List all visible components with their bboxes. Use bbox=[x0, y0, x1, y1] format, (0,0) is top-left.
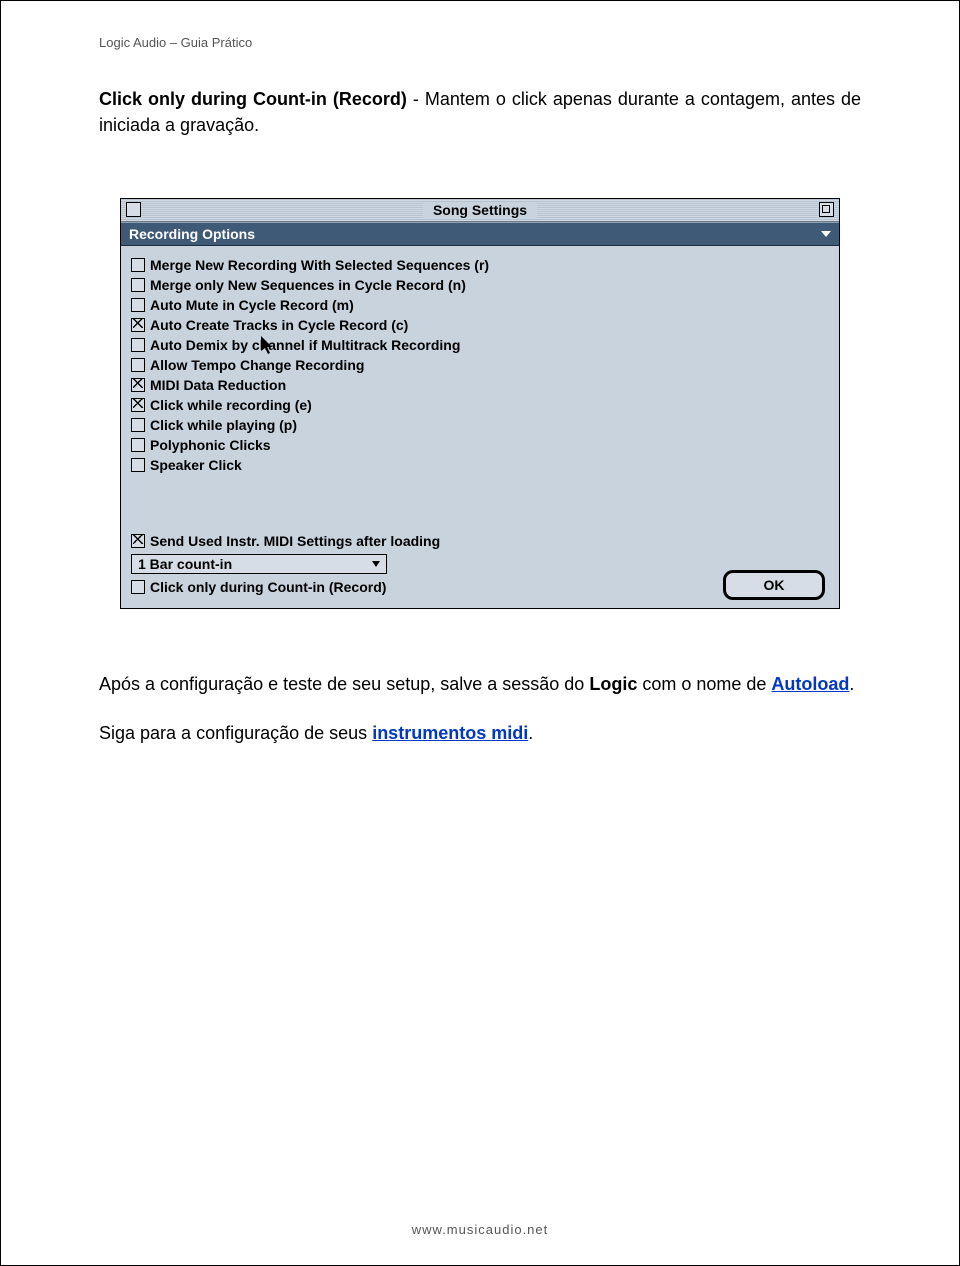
option-row[interactable]: MIDI Data Reduction bbox=[131, 376, 829, 394]
option-label: MIDI Data Reduction bbox=[150, 376, 286, 394]
bottom-block: Send Used Instr. MIDI Settings after loa… bbox=[121, 532, 839, 608]
checkbox-icon[interactable] bbox=[131, 418, 145, 432]
recording-options-header[interactable]: Recording Options bbox=[121, 222, 839, 246]
option-label: Polyphonic Clicks bbox=[150, 436, 271, 454]
after-p2: Siga para a configuração de seus instrum… bbox=[99, 720, 861, 747]
ok-button[interactable]: OK bbox=[723, 570, 825, 600]
option-row[interactable]: Click while recording (e) bbox=[131, 396, 829, 414]
option-row[interactable]: Speaker Click bbox=[131, 456, 829, 474]
option-row[interactable]: Merge only New Sequences in Cycle Record… bbox=[131, 276, 829, 294]
option-label: Auto Create Tracks in Cycle Record (c) bbox=[150, 316, 408, 334]
option-row[interactable]: Allow Tempo Change Recording bbox=[131, 356, 829, 374]
click-countin-label: Click only during Count-in (Record) bbox=[150, 578, 386, 596]
autoload-link[interactable]: Autoload bbox=[771, 674, 849, 694]
option-row[interactable]: Polyphonic Clicks bbox=[131, 436, 829, 454]
option-row[interactable]: Click while playing (p) bbox=[131, 416, 829, 434]
after-p1-c: . bbox=[849, 674, 854, 694]
instrumentos-midi-link[interactable]: instrumentos midi bbox=[372, 723, 528, 743]
after-text: Após a configuração e teste de seu setup… bbox=[99, 671, 861, 747]
option-row[interactable]: Auto Create Tracks in Cycle Record (c) bbox=[131, 316, 829, 334]
zoom-icon[interactable] bbox=[819, 202, 834, 217]
page-footer: www.musicaudio.net bbox=[1, 1222, 959, 1237]
checkbox-icon[interactable] bbox=[131, 338, 145, 352]
song-settings-window: Song Settings Recording Options Merge Ne… bbox=[120, 198, 840, 609]
checkbox-icon[interactable] bbox=[131, 318, 145, 332]
after-p1-a: Após a configuração e teste de seu setup… bbox=[99, 674, 589, 694]
checkbox-icon[interactable] bbox=[131, 358, 145, 372]
countin-dropdown[interactable]: 1 Bar count-in bbox=[131, 554, 387, 574]
option-row[interactable]: Auto Mute in Cycle Record (m) bbox=[131, 296, 829, 314]
intro-bold: Click only during Count-in (Record) bbox=[99, 89, 407, 109]
send-midi-row[interactable]: Send Used Instr. MIDI Settings after loa… bbox=[131, 532, 829, 550]
checkbox-icon[interactable] bbox=[131, 378, 145, 392]
chevron-down-icon bbox=[372, 561, 380, 567]
checkbox-icon[interactable] bbox=[131, 534, 145, 548]
window-title: Song Settings bbox=[423, 202, 537, 218]
after-p2-b: . bbox=[528, 723, 533, 743]
checkbox-icon[interactable] bbox=[131, 258, 145, 272]
option-label: Merge New Recording With Selected Sequen… bbox=[150, 256, 489, 274]
screenshot-wrapper: Song Settings Recording Options Merge Ne… bbox=[99, 198, 861, 609]
option-label: Speaker Click bbox=[150, 456, 242, 474]
section-title: Recording Options bbox=[129, 226, 255, 242]
checkbox-icon[interactable] bbox=[131, 298, 145, 312]
checkbox-icon[interactable] bbox=[131, 438, 145, 452]
option-label: Click while playing (p) bbox=[150, 416, 297, 434]
after-p2-a: Siga para a configuração de seus bbox=[99, 723, 372, 743]
option-row[interactable]: Merge New Recording With Selected Sequen… bbox=[131, 256, 829, 274]
checkbox-icon[interactable] bbox=[131, 398, 145, 412]
option-label: Allow Tempo Change Recording bbox=[150, 356, 364, 374]
after-p1: Após a configuração e teste de seu setup… bbox=[99, 671, 861, 698]
close-icon[interactable] bbox=[126, 202, 141, 217]
dropdown-value: 1 Bar count-in bbox=[138, 556, 232, 572]
after-p1-bold: Logic bbox=[589, 674, 637, 694]
after-p1-b: com o nome de bbox=[637, 674, 771, 694]
option-label: Auto Demix by channel if Multitrack Reco… bbox=[150, 336, 460, 354]
send-midi-label: Send Used Instr. MIDI Settings after loa… bbox=[150, 532, 440, 550]
checkbox-icon[interactable] bbox=[131, 458, 145, 472]
option-label: Click while recording (e) bbox=[150, 396, 312, 414]
intro-paragraph: Click only during Count-in (Record) - Ma… bbox=[99, 86, 861, 138]
ok-label: OK bbox=[764, 577, 785, 593]
option-label: Merge only New Sequences in Cycle Record… bbox=[150, 276, 466, 294]
checkbox-icon[interactable] bbox=[131, 580, 145, 594]
option-row[interactable]: Auto Demix by channel if Multitrack Reco… bbox=[131, 336, 829, 354]
checkbox-icon[interactable] bbox=[131, 278, 145, 292]
window-titlebar[interactable]: Song Settings bbox=[121, 199, 839, 222]
options-body: Merge New Recording With Selected Sequen… bbox=[121, 246, 839, 530]
page-header: Logic Audio – Guia Prático bbox=[99, 35, 861, 50]
chevron-down-icon bbox=[821, 231, 831, 237]
option-label: Auto Mute in Cycle Record (m) bbox=[150, 296, 354, 314]
